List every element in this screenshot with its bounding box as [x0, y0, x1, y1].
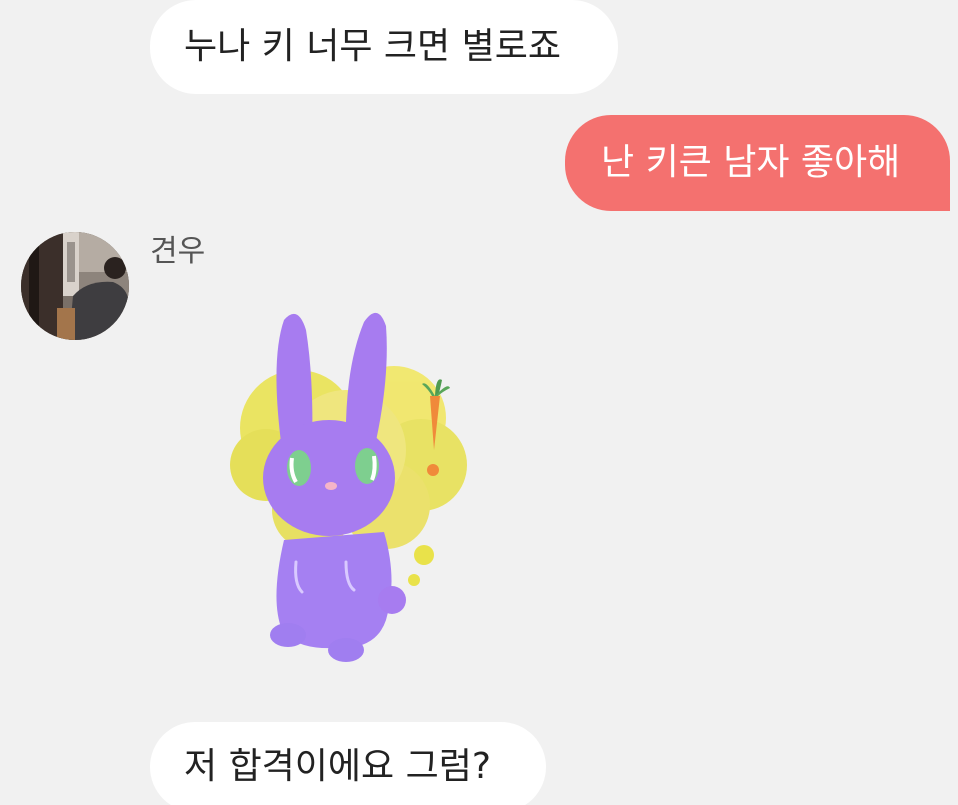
message-bubble-outgoing[interactable]: 난 키큰 남자 좋아해 [565, 115, 950, 211]
purple-rabbit-sticker-icon [230, 312, 467, 662]
sticker-message[interactable] [226, 300, 480, 670]
message-text: 누나 키 너무 크면 별로죠 [184, 26, 561, 67]
sender-avatar[interactable] [21, 232, 129, 340]
message-bubble-incoming[interactable]: 누나 키 너무 크면 별로죠 [150, 0, 618, 94]
avatar-photo-icon [21, 232, 129, 340]
chat-screen: 누나 키 너무 크면 별로죠 난 키큰 남자 좋아해 견우 저 합격이에요 그럼… [0, 0, 958, 805]
sender-name: 견우 [150, 234, 206, 269]
message-text: 저 합격이에요 그럼? [184, 746, 491, 787]
message-bubble-incoming[interactable]: 저 합격이에요 그럼? [150, 722, 546, 805]
message-text: 난 키큰 남자 좋아해 [601, 142, 901, 183]
